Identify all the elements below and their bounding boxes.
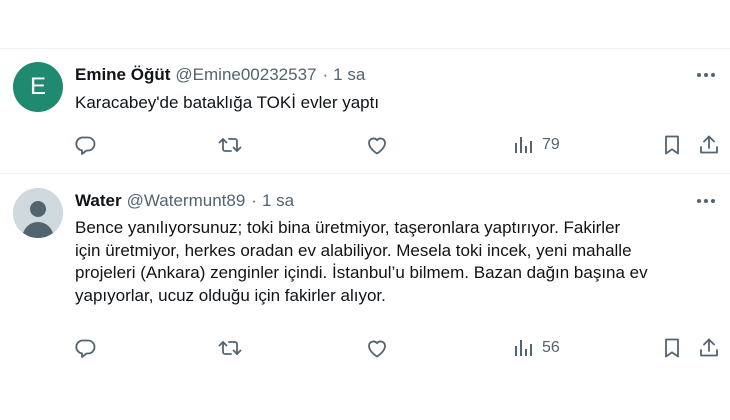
tweet-header: Emine Öğüt @Emine00232537 · 1 sa (75, 65, 710, 85)
tweet-text: Bence yanılıyorsunuz; toki bina üretmiyo… (75, 217, 725, 307)
views-button[interactable]: 79 (513, 132, 560, 158)
tweet-actions: 56 (73, 335, 725, 361)
share-icon (697, 336, 721, 360)
separator: · (322, 65, 329, 84)
avatar-letter: E (29, 73, 46, 100)
avatar[interactable] (13, 188, 63, 238)
retweet-button[interactable] (217, 335, 243, 361)
views-count: 79 (542, 136, 560, 153)
views-icon (513, 133, 535, 157)
views-icon (513, 336, 535, 360)
timestamp[interactable]: 1 sa (333, 65, 365, 85)
views-button[interactable]: 56 (513, 335, 560, 361)
like-button[interactable] (365, 132, 389, 158)
reply-icon (73, 336, 97, 360)
tweet-text: Karacabey'de bataklığa TOKİ evler yaptı (75, 93, 380, 112)
like-icon (365, 133, 389, 157)
timestamp[interactable]: 1 sa (262, 191, 294, 211)
tweet-header: Water @Watermunt89 · 1 sa (75, 191, 710, 211)
tweet-actions: 79 (73, 132, 725, 158)
bookmark-button[interactable] (660, 132, 684, 158)
more-icon[interactable] (694, 63, 718, 87)
like-button[interactable] (365, 335, 389, 361)
reply-icon (73, 133, 97, 157)
share-icon (697, 133, 721, 157)
share-button[interactable] (697, 335, 721, 361)
reply-button[interactable] (73, 132, 97, 158)
more-icon[interactable] (694, 189, 718, 213)
retweet-icon (217, 133, 243, 157)
user-handle[interactable]: @Emine00232537 (175, 65, 316, 85)
user-handle[interactable]: @Watermunt89 (127, 191, 246, 211)
separator: · (251, 191, 257, 210)
avatar[interactable]: E (13, 62, 63, 112)
bookmark-icon (660, 133, 684, 157)
tweet-text-line: için üretmiyor, herkes oradan ev alabili… (75, 240, 632, 260)
share-button[interactable] (697, 132, 721, 158)
retweet-button[interactable] (217, 132, 243, 158)
views-count: 56 (542, 339, 560, 356)
tweet-text-line: Bence yanılıyorsunuz; toki bina üretmiyo… (75, 218, 621, 237)
like-icon (365, 336, 389, 360)
reply-button[interactable] (73, 335, 97, 361)
bookmark-icon (660, 336, 684, 360)
tweet-text-line: projeleri (Ankara) zenginler içindi. İst… (75, 263, 648, 282)
bookmark-button[interactable] (660, 335, 684, 361)
tweet-text-line: yapıyorlar, ucuz olduğu için fakirler al… (75, 285, 386, 305)
tweet[interactable]: E Emine Öğüt @Emine00232537 · 1 sa Karac… (0, 49, 730, 173)
tweet[interactable]: Water @Watermunt89 · 1 sa Bence yanılıyo… (0, 174, 730, 374)
retweet-icon (217, 336, 243, 360)
default-avatar-icon (13, 188, 63, 238)
display-name[interactable]: Emine Öğüt (75, 65, 170, 85)
display-name[interactable]: Water (75, 191, 122, 211)
